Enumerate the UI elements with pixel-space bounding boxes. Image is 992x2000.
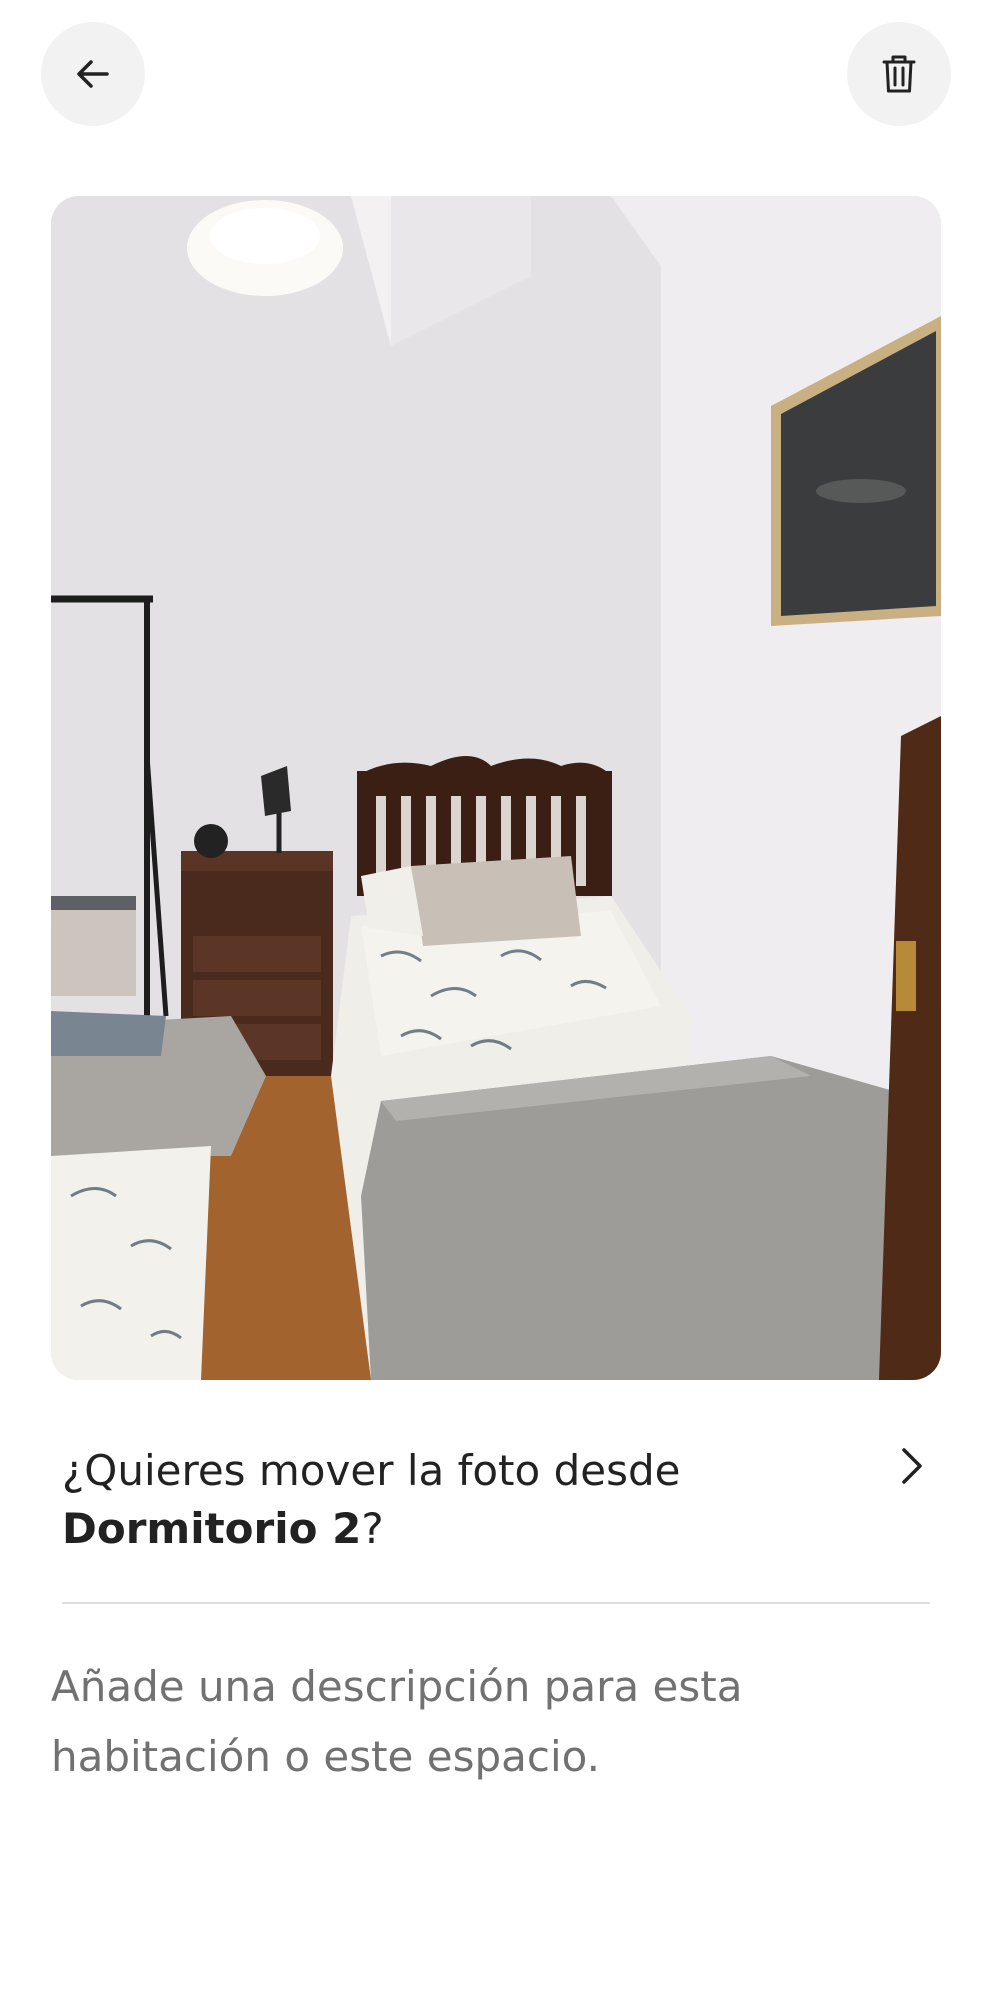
move-photo-prompt: ¿Quieres mover la foto desde Dormitorio … <box>62 1442 822 1558</box>
room-photo[interactable] <box>51 196 941 1380</box>
description-field[interactable]: Añade una descripción para esta habitaci… <box>51 1652 931 1812</box>
move-prompt-prefix: ¿Quieres mover la foto desde <box>62 1446 681 1495</box>
move-photo-row[interactable]: ¿Quieres mover la foto desde Dormitorio … <box>62 1442 932 1572</box>
divider <box>62 1602 930 1604</box>
delete-photo-button[interactable] <box>847 22 951 126</box>
trash-icon <box>881 54 917 94</box>
back-button[interactable] <box>41 22 145 126</box>
room-name: Dormitorio 2 <box>62 1504 362 1553</box>
chevron-right-icon <box>892 1442 932 1490</box>
move-prompt-suffix: ? <box>361 1504 384 1553</box>
bedroom-image <box>51 196 941 1380</box>
arrow-left-icon <box>73 54 113 94</box>
